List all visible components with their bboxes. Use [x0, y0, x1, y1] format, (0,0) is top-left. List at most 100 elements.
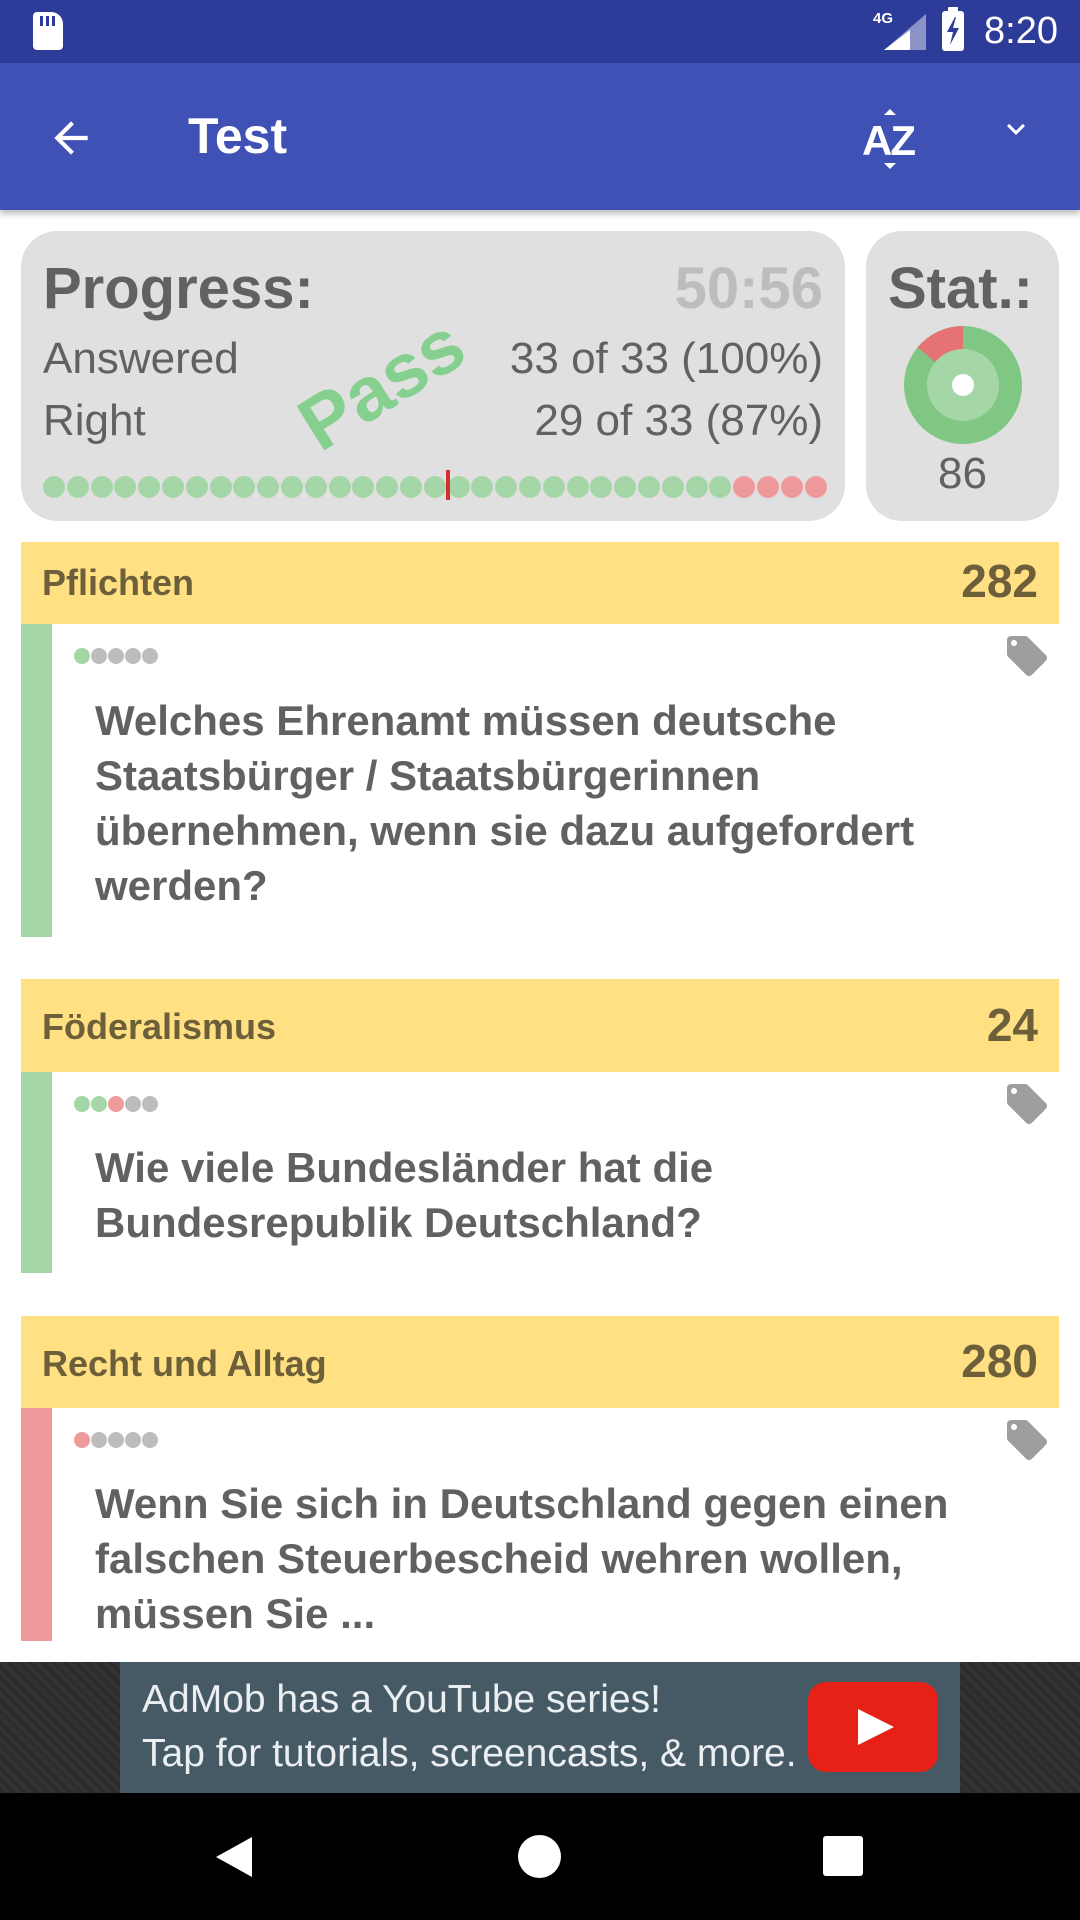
progress-title: Progress:: [43, 256, 314, 321]
answer-dot: [709, 476, 732, 498]
history-dot: [91, 648, 107, 664]
sd-card-icon: [33, 12, 63, 50]
stat-card[interactable]: Stat.: 86: [866, 231, 1059, 521]
ad-area: AdMob has a YouTube series! Tap for tuto…: [0, 1662, 1080, 1793]
current-position-marker: [445, 470, 450, 500]
stat-value: 86: [938, 449, 987, 498]
chevron-down-icon[interactable]: [998, 111, 1034, 147]
answer-dot: [733, 476, 756, 498]
question-card[interactable]: Welches Ehrenamt müssen deutsche Staatsb…: [21, 624, 1059, 937]
tag-icon[interactable]: [1003, 1080, 1051, 1128]
history-dot: [142, 1096, 158, 1112]
answer-dot: [233, 476, 256, 498]
history-dot: [125, 1096, 141, 1112]
app-bar: Test AZ: [0, 63, 1080, 210]
answer-dot: [43, 476, 65, 498]
history-dot: [74, 648, 90, 664]
answer-dot: [590, 476, 613, 498]
youtube-play-icon[interactable]: [808, 1682, 938, 1772]
answered-label: Answered: [43, 334, 239, 383]
pass-stamp: Pass: [283, 301, 480, 468]
ad-text-line1: AdMob has a YouTube series!: [142, 1678, 661, 1721]
answer-dot: [352, 476, 375, 498]
history-dot: [142, 1432, 158, 1448]
question-text: Welches Ehrenamt müssen deutsche Staatsb…: [95, 697, 915, 909]
question-status-stripe: [21, 624, 52, 937]
nav-back-icon[interactable]: [214, 1835, 254, 1879]
back-arrow-icon[interactable]: [46, 113, 96, 163]
answer-dot: [685, 476, 708, 498]
answer-dot: [471, 476, 494, 498]
category-count: 280: [961, 1335, 1038, 1387]
answer-dot: [757, 476, 779, 498]
history-dot: [74, 1096, 90, 1112]
answer-dot: [614, 476, 637, 498]
progress-card: Progress: 50:56 Answered 33 of 33 (100%)…: [21, 231, 845, 521]
donut-center: [952, 374, 974, 396]
question-status-stripe: [21, 1072, 52, 1273]
question-card[interactable]: Wenn Sie sich in Deutschland gegen einen…: [21, 1408, 1059, 1662]
answer-dot: [257, 476, 280, 498]
history-dot: [108, 1096, 124, 1112]
answer-dot: [138, 476, 161, 498]
category-name: Pflichten: [42, 562, 195, 603]
answer-dot: [162, 476, 184, 498]
stat-donut-chart: [904, 326, 1022, 444]
answer-dot: [90, 476, 113, 498]
answer-dot: [566, 476, 589, 498]
answer-dot: [281, 476, 303, 498]
right-value: 29 of 33 (87%): [534, 396, 823, 445]
answered-value: 33 of 33 (100%): [509, 334, 823, 383]
system-nav-bar: [0, 1793, 1080, 1920]
ad-text-line2: Tap for tutorials, screencasts, & more.: [142, 1732, 797, 1775]
sort-arrows-icon: [884, 109, 896, 169]
history-dot: [108, 648, 124, 664]
history-dot: [91, 1432, 107, 1448]
answer-dot: [328, 476, 351, 498]
answer-dot: [304, 476, 327, 498]
answer-dot: [185, 476, 208, 498]
tag-icon[interactable]: [1003, 1416, 1051, 1464]
answer-dot: [376, 476, 399, 498]
answer-dot: [114, 476, 137, 498]
question-status-stripe: [21, 1408, 52, 1641]
stat-title: Stat.:: [888, 256, 1033, 321]
ad-banner[interactable]: AdMob has a YouTube series! Tap for tuto…: [120, 1662, 960, 1793]
category-count: 282: [961, 555, 1038, 607]
answer-dot: [209, 476, 232, 498]
battery-icon: [942, 7, 964, 51]
page-title: Test: [188, 108, 288, 164]
history-dot: [125, 648, 141, 664]
right-label: Right: [43, 396, 146, 445]
answer-dot: [423, 476, 446, 498]
category-header: Recht und Alltag 280: [21, 1316, 1059, 1408]
answer-dot: [400, 476, 422, 498]
history-dot: [142, 648, 158, 664]
question-text: Wenn Sie sich in Deutschland gegen einen…: [95, 1480, 949, 1637]
history-dot: [91, 1096, 107, 1112]
answer-dot: [495, 476, 518, 498]
sort-az-button[interactable]: AZ: [858, 107, 922, 171]
tag-icon[interactable]: [1003, 632, 1051, 680]
answer-dot: [804, 476, 827, 498]
answer-dot: [542, 476, 565, 498]
answer-dot: [519, 476, 541, 498]
history-dot: [125, 1432, 141, 1448]
answer-dot: [661, 476, 684, 498]
history-dot: [108, 1432, 124, 1448]
nav-recents-icon[interactable]: [823, 1836, 863, 1876]
history-dot: [74, 1432, 90, 1448]
nav-home-icon[interactable]: [518, 1835, 561, 1878]
category-count: 24: [986, 999, 1038, 1051]
clock: 8:20: [984, 10, 1058, 52]
question-text: Wie viele Bundesländer hat die Bundesrep…: [95, 1144, 714, 1246]
question-card[interactable]: Wie viele Bundesländer hat die Bundesrep…: [21, 1072, 1059, 1273]
category-header: Pflichten 282: [21, 542, 1059, 624]
category-name: Recht und Alltag: [42, 1343, 327, 1384]
answer-dot: [638, 476, 660, 498]
answer-dot: [66, 476, 89, 498]
answer-dot: [447, 476, 470, 498]
category-header: Föderalismus 24: [21, 979, 1059, 1072]
answer-dot: [780, 476, 803, 498]
signal-icon: [884, 14, 926, 50]
